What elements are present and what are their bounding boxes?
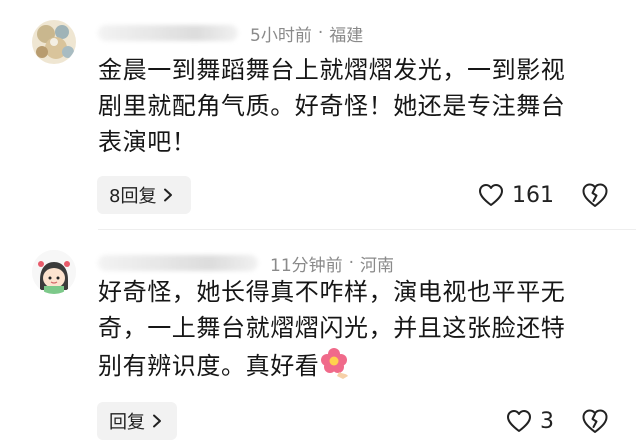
meta-separator: ·	[317, 23, 324, 43]
comment-text[interactable]: 好奇怪，她长得真不咋样，演电视也平平无 奇，一上舞台就熠熠闪光，并且这张脸还特 …	[98, 274, 618, 384]
heart-outline-icon	[479, 184, 503, 206]
comment-text-line: 奇，一上舞台就熠熠闪光，并且这张脸还特	[98, 314, 566, 342]
view-replies-button[interactable]: 8回复	[97, 176, 191, 214]
heart-outline-icon	[507, 410, 531, 432]
avatar[interactable]	[32, 20, 76, 64]
comment-text-line: 别有辨识度。真好看	[98, 352, 320, 380]
broken-heart-icon[interactable]	[581, 182, 609, 208]
like-button[interactable]: 3	[506, 402, 554, 440]
reply-label: 8回复	[109, 186, 157, 207]
comment-text-last-line: 别有辨识度。真好看	[98, 346, 618, 384]
comment-time: 11分钟前	[270, 255, 343, 276]
like-count: 161	[512, 182, 554, 208]
comment-text-line: 剧里就配角气质。好奇怪！她还是专注舞台	[98, 92, 566, 120]
username-blurred[interactable]	[98, 255, 258, 271]
cartoon-girl-avatar-icon	[32, 250, 76, 294]
avatar[interactable]	[32, 250, 76, 294]
comment-location: 河南	[360, 255, 395, 276]
comment-text-line: 金晨一到舞蹈舞台上就熠熠发光，一到影视	[98, 56, 566, 84]
comment-text-line: 表演吧！	[98, 128, 197, 156]
flower-emoji-icon	[321, 348, 349, 379]
comment-time: 5小时前	[250, 25, 312, 46]
comment-item: 11分钟前 · 河南 好奇怪，她长得真不咋样，演电视也平平无 奇，一上舞台就熠熠…	[0, 230, 636, 440]
reply-button[interactable]: 回复	[97, 402, 177, 440]
comment-location: 福建	[329, 25, 364, 46]
meta-separator: ·	[348, 253, 355, 273]
broken-heart-icon[interactable]	[581, 408, 609, 434]
comment-meta: 5小时前 · 福建	[98, 20, 363, 46]
chevron-right-icon	[164, 188, 173, 202]
comment-meta: 11分钟前 · 河南	[98, 250, 394, 276]
reply-label: 回复	[109, 412, 145, 433]
comment-text-line: 好奇怪，她长得真不咋样，演电视也平平无	[98, 278, 566, 306]
floral-avatar-icon	[32, 20, 76, 64]
comment-item: 5小时前 · 福建 金晨一到舞蹈舞台上就熠熠发光，一到影视 剧里就配角气质。好奇…	[0, 0, 636, 230]
like-button[interactable]: 161	[478, 176, 554, 214]
username-blurred[interactable]	[98, 25, 238, 41]
chevron-right-icon	[153, 414, 161, 428]
comment-text[interactable]: 金晨一到舞蹈舞台上就熠熠发光，一到影视 剧里就配角气质。好奇怪！她还是专注舞台 …	[98, 52, 618, 160]
